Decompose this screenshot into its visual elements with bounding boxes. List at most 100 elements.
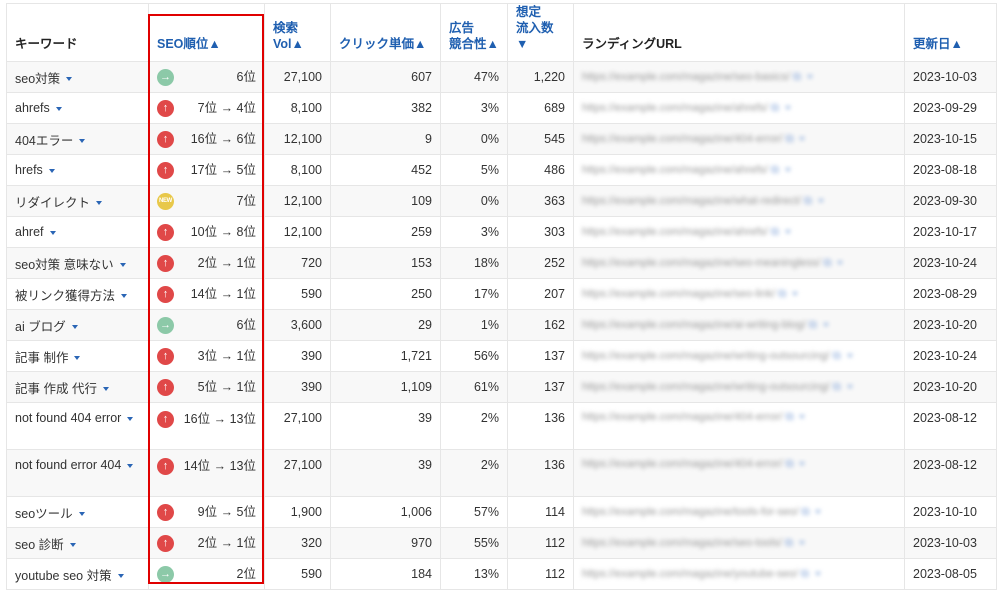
keyword-text: youtube seo 対策 [15,568,112,583]
url-dropdown-caret-icon[interactable] [784,167,791,172]
landing-url-link[interactable]: https://example.com/magazine/youtube-seo… [582,568,798,580]
seo-rank-cell: ↑ 16位 → 13位 [148,402,265,450]
external-link-icon[interactable]: ⧉ [778,288,786,300]
estimated-traffic-cell: 114 [507,496,574,528]
cpc-cell: 607 [330,61,441,93]
keyword-dropdown-caret-icon[interactable] [117,574,124,579]
keyword-dropdown-caret-icon[interactable] [119,263,126,268]
landing-url-link[interactable]: https://example.com/magazine/what-redire… [582,195,801,207]
keyword-dropdown-caret-icon[interactable] [69,543,76,548]
updated-date-cell: 2023-09-30 [904,185,997,217]
keyword-cell: ai ブログ [6,309,149,341]
keyword-dropdown-caret-icon[interactable] [66,77,73,82]
keyword-dropdown-caret-icon[interactable] [96,201,103,206]
seo-rank-cell: ↑ 14位 → 1位 [148,278,265,310]
landing-url-link[interactable]: https://example.com/magazine/404-error/ [582,133,783,145]
landing-url-link[interactable]: https://example.com/magazine/404-error/ [582,458,783,470]
table-row: seo 診断 ↑ 2位 → 1位 320 970 55% 112 https://exampl… [6,527,997,559]
search-volume-cell: 390 [264,340,331,372]
keyword-dropdown-caret-icon[interactable] [55,106,62,111]
keyword-dropdown-caret-icon[interactable] [48,168,55,173]
keyword-dropdown-caret-icon[interactable] [74,356,81,361]
external-link-icon[interactable]: ⧉ [833,381,841,393]
search-volume-cell: 590 [264,278,331,310]
external-link-icon[interactable]: ⧉ [793,71,801,83]
rank-change-text: 2位 → 1位 [197,255,256,270]
header-search-volume-sort[interactable]: 検索Vol▲ [264,3,331,62]
landing-url-link[interactable]: https://example.com/magazine/seo-meaning… [582,257,820,269]
keyword-dropdown-caret-icon[interactable] [121,294,128,299]
external-link-icon[interactable]: ⧉ [786,458,794,470]
external-link-icon[interactable]: ⧉ [786,133,794,145]
rank-change-text: 10位 → 8位 [190,224,256,239]
external-link-icon[interactable]: ⧉ [785,537,793,549]
external-link-icon[interactable]: ⧉ [771,102,779,114]
keyword-dropdown-caret-icon[interactable] [71,325,78,330]
keyword-dropdown-caret-icon[interactable] [78,512,85,517]
url-dropdown-caret-icon[interactable] [799,462,806,467]
seo-rank-cell: ↑ 10位 → 8位 [148,216,265,248]
header-estimated-traffic-sort[interactable]: 想定 流入数▼ [507,3,574,62]
landing-url-link[interactable]: https://example.com/magazine/ai-writing-… [582,319,806,331]
url-dropdown-caret-icon[interactable] [784,229,791,234]
estimated-traffic-cell: 137 [507,340,574,372]
cpc-cell: 153 [330,247,441,279]
ad-competition-cell: 0% [440,123,508,155]
external-link-icon[interactable]: ⧉ [802,506,810,518]
landing-url-link[interactable]: https://example.com/magazine/seo-tools/ [582,537,782,549]
external-link-icon[interactable]: ⧉ [833,350,841,362]
table-row: ahrefs ↑ 7位 → 4位 8,100 382 3% 689 https://examp… [6,92,997,124]
keyword-dropdown-caret-icon[interactable] [79,139,86,144]
landing-url-link[interactable]: https://example.com/magazine/seo-link/ [582,288,775,300]
url-dropdown-caret-icon[interactable] [784,105,791,110]
external-link-icon[interactable]: ⧉ [771,226,779,238]
landing-url-link[interactable]: https://example.com/magazine/seo-basics/ [582,71,790,83]
url-dropdown-caret-icon[interactable] [792,291,799,296]
header-cpc-sort[interactable]: クリック単価▲ [330,3,441,62]
keyword-dropdown-caret-icon[interactable] [127,416,134,421]
url-dropdown-caret-icon[interactable] [814,571,821,576]
seo-rank-cell: → 6位 [148,61,265,93]
seo-rank-cell: ↑ 3位 → 1位 [148,340,265,372]
landing-url-link[interactable]: https://example.com/magazine/writing-out… [582,350,830,362]
header-traffic-line2: 流入数▼ [516,21,554,51]
landing-url-link[interactable]: https://example.com/magazine/writing-out… [582,381,830,393]
external-link-icon[interactable]: ⧉ [824,257,832,269]
landing-url-cell: https://example.com/magazine/seo-basics/… [573,61,905,93]
seo-rank-cell: ↑ 7位 → 4位 [148,92,265,124]
landing-url-link[interactable]: https://example.com/magazine/ahrefs/ [582,102,768,114]
external-link-icon[interactable]: ⧉ [809,319,817,331]
header-updated-date-sort[interactable]: 更新日▲ [904,3,997,62]
cpc-cell: 452 [330,154,441,186]
url-dropdown-caret-icon[interactable] [846,353,853,358]
keyword-cell: hrefs [6,154,149,186]
external-link-icon[interactable]: ⧉ [786,411,794,423]
rank-up-arrow-icon: ↑ [157,99,174,117]
url-dropdown-caret-icon[interactable] [817,198,824,203]
url-dropdown-caret-icon[interactable] [822,322,829,327]
search-volume-cell: 8,100 [264,154,331,186]
landing-url-link[interactable]: https://example.com/magazine/ahrefs/ [582,164,768,176]
cpc-cell: 259 [330,216,441,248]
url-dropdown-caret-icon[interactable] [799,415,806,420]
external-link-icon[interactable]: ⧉ [804,195,812,207]
keyword-dropdown-caret-icon[interactable] [127,463,134,468]
landing-url-link[interactable]: https://example.com/magazine/404-error/ [582,411,783,423]
header-seo-rank-sort[interactable]: SEO順位▲ [148,3,265,62]
url-dropdown-caret-icon[interactable] [806,74,813,79]
estimated-traffic-cell: 137 [507,371,574,403]
search-volume-cell: 3,600 [264,309,331,341]
rank-change-text: 14位 → 1位 [190,286,256,301]
url-dropdown-caret-icon[interactable] [837,260,844,265]
header-ad-competition-sort[interactable]: 広告 競合性▲ [440,3,508,62]
url-dropdown-caret-icon[interactable] [815,509,822,514]
landing-url-link[interactable]: https://example.com/magazine/tools-for-s… [582,506,798,518]
keyword-dropdown-caret-icon[interactable] [102,387,109,392]
keyword-dropdown-caret-icon[interactable] [49,230,56,235]
landing-url-link[interactable]: https://example.com/magazine/ahrefs/ [582,226,768,238]
external-link-icon[interactable]: ⧉ [771,164,779,176]
url-dropdown-caret-icon[interactable] [799,136,806,141]
url-dropdown-caret-icon[interactable] [798,540,805,545]
url-dropdown-caret-icon[interactable] [846,384,853,389]
external-link-icon[interactable]: ⧉ [801,568,809,580]
